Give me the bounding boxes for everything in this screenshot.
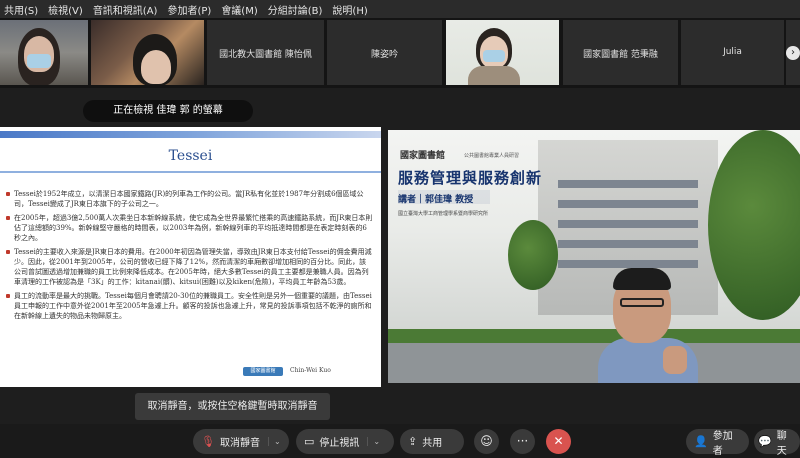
lecturer-affiliation: 國立臺灣大學工商管理學系暨商學研究所 <box>398 211 489 217</box>
meeting-toolbar: 🎙 取消靜音 ⌄ ▭ 停止視訊 ⌄ ⇪ 共用 ☺ ··· ✕ 👤 參加者 💬 聊… <box>0 424 800 458</box>
chat-label: 聊天 <box>776 430 787 457</box>
library-logo: 國家圖書館 <box>243 367 283 376</box>
slide-body: Tessei於1952年成立，以清潔日本國家鐵路(JR)的列車為工作的公司。當J… <box>6 189 373 325</box>
participant-tile-4[interactable]: Julia <box>681 20 784 85</box>
participant-video-3[interactable] <box>446 20 559 85</box>
lecturer-name: 講者｜郭佳瑋 教授 <box>398 195 474 205</box>
speaker-person <box>588 268 703 383</box>
participant-video-1[interactable] <box>0 20 88 85</box>
face-mask <box>27 54 51 68</box>
viewing-screen-banner[interactable]: 正在檢視 佳瑋 郭 的螢幕 <box>83 100 253 122</box>
menu-audio-video[interactable]: 音訊和視訊(A) <box>93 2 158 17</box>
participant-tile-1[interactable]: 國北教大圖書館 陳怡佩 <box>207 20 324 85</box>
slide-paragraph: 員工的流動率是最大的挑戰。Tessei每個月會聘請20-30位的兼職員工。安全性… <box>6 291 373 321</box>
more-participants-button[interactable]: › <box>786 20 800 85</box>
reactions-button[interactable]: ☺ <box>474 429 499 454</box>
participant-video-2[interactable] <box>91 20 204 85</box>
unmute-tooltip: 取消靜音，或按住空格鍵暫時取消靜音 <box>135 393 330 420</box>
slide-title-rule <box>0 171 381 173</box>
participant-strip: 國北教大圖書館 陳怡佩 陳姿吟 國家圖書館 范秉融 Julia › <box>0 18 800 88</box>
emoji-icon: ☺ <box>480 434 493 448</box>
shared-slide: Tessei Tessei於1952年成立，以清潔日本國家鐵路(JR)的列車為工… <box>0 127 381 387</box>
stop-video-label: 停止視訊 <box>319 438 360 449</box>
participant-tile-3[interactable]: 國家圖書館 范秉融 <box>563 20 678 85</box>
slide-paragraph: Tessei的主要收入來源是JR東日本的費用。在2000年初因為管理失當，導致由… <box>6 247 373 287</box>
menu-bar: 共用(S) 檢視(V) 音訊和視訊(A) 參加者(P) 會議(M) 分組討論(B… <box>0 0 800 18</box>
participants-button[interactable]: 👤 參加者 <box>686 429 749 457</box>
share-label: 共用 <box>422 438 443 449</box>
chevron-down-icon[interactable]: ⌄ <box>367 437 380 446</box>
slide-paragraph: Tessei於1952年成立，以清潔日本國家鐵路(JR)的列車為工作的公司。當J… <box>6 189 373 209</box>
slide-title: Tessei <box>168 148 213 164</box>
chevron-right-icon: › <box>786 45 800 60</box>
speaker-video[interactable]: 國家圖書館 公共圖書館專業人員研習 服務管理與服務創新 講者｜郭佳瑋 教授 國立… <box>388 130 800 383</box>
menu-share[interactable]: 共用(S) <box>4 2 38 17</box>
video-camera-icon: ▭ <box>304 435 315 448</box>
close-icon: ✕ <box>553 434 564 448</box>
mic-muted-icon: 🎙 <box>201 435 215 448</box>
slide-author: Chin-Wei Kuo <box>290 367 331 374</box>
more-options-button[interactable]: ··· <box>510 429 535 454</box>
chevron-down-icon[interactable]: ⌄ <box>267 437 281 446</box>
participant-name: 國家圖書館 范秉融 <box>583 50 658 60</box>
course-title: 服務管理與服務創新 <box>398 169 543 187</box>
unmute-label: 取消靜音 <box>219 438 260 449</box>
library-subtitle: 公共圖書館專業人員研習 <box>464 153 520 159</box>
stop-video-button[interactable]: ▭ 停止視訊 ⌄ <box>296 429 394 454</box>
tree <box>508 220 558 290</box>
leave-meeting-button[interactable]: ✕ <box>546 429 571 454</box>
menu-help[interactable]: 說明(H) <box>332 2 367 17</box>
chat-button[interactable]: 💬 聊天 <box>754 429 800 457</box>
participant-tile-2[interactable]: 陳姿吟 <box>327 20 442 85</box>
menu-view[interactable]: 檢視(V) <box>48 2 83 17</box>
glasses-icon <box>620 298 664 307</box>
library-name: 國家圖書館 <box>400 151 446 161</box>
menu-breakout[interactable]: 分組討論(B) <box>268 2 323 17</box>
participant-name: Julia <box>723 47 742 57</box>
participant-name: 陳姿吟 <box>370 50 398 60</box>
participant-name: 國北教大圖書館 陳怡佩 <box>219 50 312 60</box>
unmute-button[interactable]: 🎙 取消靜音 ⌄ <box>193 429 289 454</box>
slide-header-band <box>0 131 381 138</box>
menu-meeting[interactable]: 會議(M) <box>221 2 257 17</box>
share-button[interactable]: ⇪ 共用 <box>400 429 464 454</box>
chat-bubble-icon: 💬 <box>758 435 772 448</box>
more-icon: ··· <box>516 434 529 448</box>
menu-participants[interactable]: 參加者(P) <box>167 2 211 17</box>
share-screen-icon: ⇪ <box>408 435 418 448</box>
participants-label: 參加者 <box>712 430 733 457</box>
people-icon: 👤 <box>694 435 708 448</box>
face-mask <box>483 50 505 62</box>
slide-paragraph: 在2005年，超過3億2,500萬人次乘坐日本新幹線系統，使它成為全世界最繁忙搭… <box>6 213 373 243</box>
